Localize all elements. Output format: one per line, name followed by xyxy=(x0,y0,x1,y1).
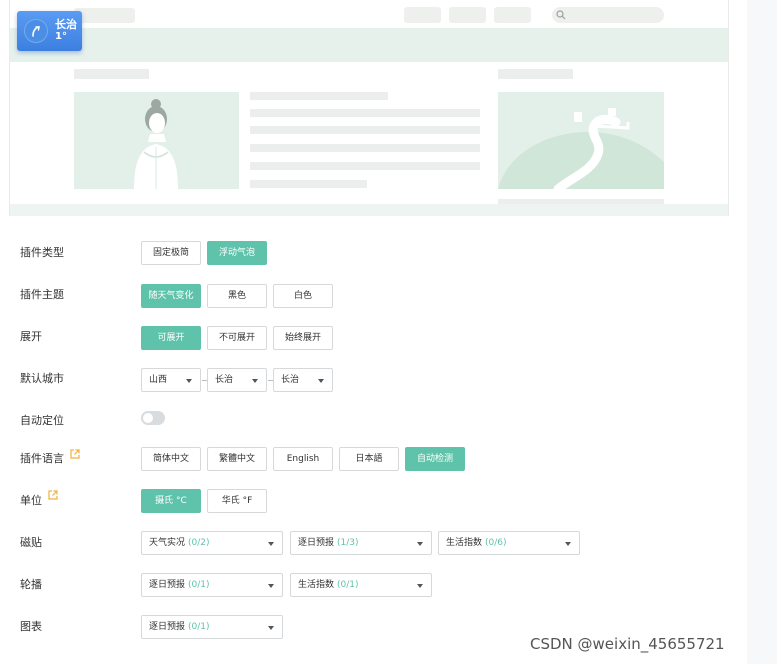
district-select[interactable]: 长治 xyxy=(273,368,333,392)
option-lang-english[interactable]: English xyxy=(273,447,333,471)
preview-text-placeholder xyxy=(250,162,480,170)
label-tiles: 磁贴 xyxy=(20,536,42,549)
tiles-select-current[interactable]: 天气实况 (0/2) xyxy=(141,531,283,555)
auto-locate-toggle[interactable] xyxy=(141,411,165,425)
chevron-down-icon xyxy=(417,542,423,546)
page: 长治 1° 插件类型 固定极简 浮动气泡 插件主题 随天气变化 黑色 白色 展开… xyxy=(0,0,777,664)
widget-temperature: 1° xyxy=(55,31,67,42)
label-carousel: 轮播 xyxy=(20,578,42,591)
label-unit: 单位 xyxy=(20,494,42,507)
woman-illustration-icon xyxy=(74,92,239,189)
select-name: 生活指数 xyxy=(298,580,335,590)
chevron-down-icon xyxy=(268,584,274,588)
select-name: 天气实况 xyxy=(149,538,186,548)
preview-footer xyxy=(10,204,728,216)
preview-nav-placeholder xyxy=(494,7,531,23)
select-count: (0/6) xyxy=(485,538,507,548)
option-unit-fahrenheit[interactable]: 华氏 °F xyxy=(207,489,267,513)
preview-content xyxy=(10,62,728,204)
watermark: CSDN @weixin_45655721 xyxy=(530,635,725,653)
label-plugin-theme: 插件主题 xyxy=(20,288,64,301)
search-icon xyxy=(556,10,566,20)
widget-city: 长治 xyxy=(55,18,77,31)
label-chart: 图表 xyxy=(20,620,42,633)
preview-text-placeholder xyxy=(250,180,367,188)
select-name: 逐日预报 xyxy=(149,622,186,632)
preview-header xyxy=(10,0,728,28)
weather-icon xyxy=(24,19,48,43)
select-count: (0/1) xyxy=(188,580,210,590)
preview-text-placeholder xyxy=(250,109,480,117)
preview-banner xyxy=(10,28,728,62)
select-name: 生活指数 xyxy=(446,538,483,548)
province-select[interactable]: 山西 xyxy=(141,368,201,392)
preview-search xyxy=(552,7,664,23)
province-value: 山西 xyxy=(149,375,168,385)
select-count: (0/1) xyxy=(188,622,210,632)
option-lang-auto[interactable]: 自动检测 xyxy=(405,447,465,471)
preview-text-placeholder xyxy=(250,126,480,134)
preview-heading-placeholder xyxy=(498,69,573,79)
chevron-down-icon xyxy=(186,379,192,383)
preview-heading-placeholder xyxy=(74,69,149,79)
chevron-down-icon xyxy=(318,379,324,383)
select-name: 逐日预报 xyxy=(298,538,335,548)
right-gutter xyxy=(747,0,777,664)
carousel-select-daily[interactable]: 逐日预报 (0/1) xyxy=(141,573,283,597)
option-lang-traditional[interactable]: 繁體中文 xyxy=(207,447,267,471)
option-lang-japanese[interactable]: 日本語 xyxy=(339,447,399,471)
district-value: 长治 xyxy=(281,375,300,385)
preview-image-great-wall xyxy=(498,92,664,189)
chevron-down-icon xyxy=(565,542,571,546)
chevron-down-icon xyxy=(268,626,274,630)
select-name: 逐日预报 xyxy=(149,580,186,590)
external-link-icon[interactable] xyxy=(70,449,80,459)
select-count: (0/2) xyxy=(188,538,210,548)
preview-text-placeholder xyxy=(250,92,388,100)
external-link-icon[interactable] xyxy=(48,490,58,500)
option-lang-simplified[interactable]: 简体中文 xyxy=(141,447,201,471)
tiles-select-daily[interactable]: 逐日预报 (1/3) xyxy=(290,531,432,555)
select-count: (1/3) xyxy=(337,538,359,548)
label-plugin-language: 插件语言 xyxy=(20,452,64,465)
option-fixed-minimal[interactable]: 固定极简 xyxy=(141,241,201,265)
great-wall-illustration-icon xyxy=(498,92,664,189)
chart-select-daily[interactable]: 逐日预报 (0/1) xyxy=(141,615,283,639)
option-theme-white[interactable]: 白色 xyxy=(273,284,333,308)
preview-nav-placeholder xyxy=(449,7,486,23)
option-not-expandable[interactable]: 不可展开 xyxy=(207,326,267,350)
city-value: 长治 xyxy=(215,375,234,385)
option-always-expanded[interactable]: 始终展开 xyxy=(273,326,333,350)
label-plugin-type: 插件类型 xyxy=(20,246,64,259)
carousel-select-life[interactable]: 生活指数 (0/1) xyxy=(290,573,432,597)
toggle-knob xyxy=(143,413,153,423)
chevron-down-icon xyxy=(252,379,258,383)
chevron-down-icon xyxy=(268,542,274,546)
option-expandable[interactable]: 可展开 xyxy=(141,326,201,350)
label-expand: 展开 xyxy=(20,330,42,343)
label-auto-locate: 自动定位 xyxy=(20,414,64,427)
widget-preview xyxy=(9,0,729,216)
preview-image-woman xyxy=(74,92,239,189)
preview-nav-placeholder xyxy=(404,7,441,23)
label-default-city: 默认城市 xyxy=(20,372,64,385)
tiles-select-life[interactable]: 生活指数 (0/6) xyxy=(438,531,580,555)
weather-bubble-widget[interactable]: 长治 1° xyxy=(17,11,82,51)
option-unit-celsius[interactable]: 摄氏 °C xyxy=(141,489,201,513)
select-count: (0/1) xyxy=(337,580,359,590)
option-floating-bubble[interactable]: 浮动气泡 xyxy=(207,241,267,265)
chevron-down-icon xyxy=(417,584,423,588)
option-theme-black[interactable]: 黑色 xyxy=(207,284,267,308)
city-select[interactable]: 长治 xyxy=(207,368,267,392)
preview-text-placeholder xyxy=(250,144,480,152)
option-theme-weather[interactable]: 随天气变化 xyxy=(141,284,201,308)
preview-logo-placeholder xyxy=(74,8,135,23)
